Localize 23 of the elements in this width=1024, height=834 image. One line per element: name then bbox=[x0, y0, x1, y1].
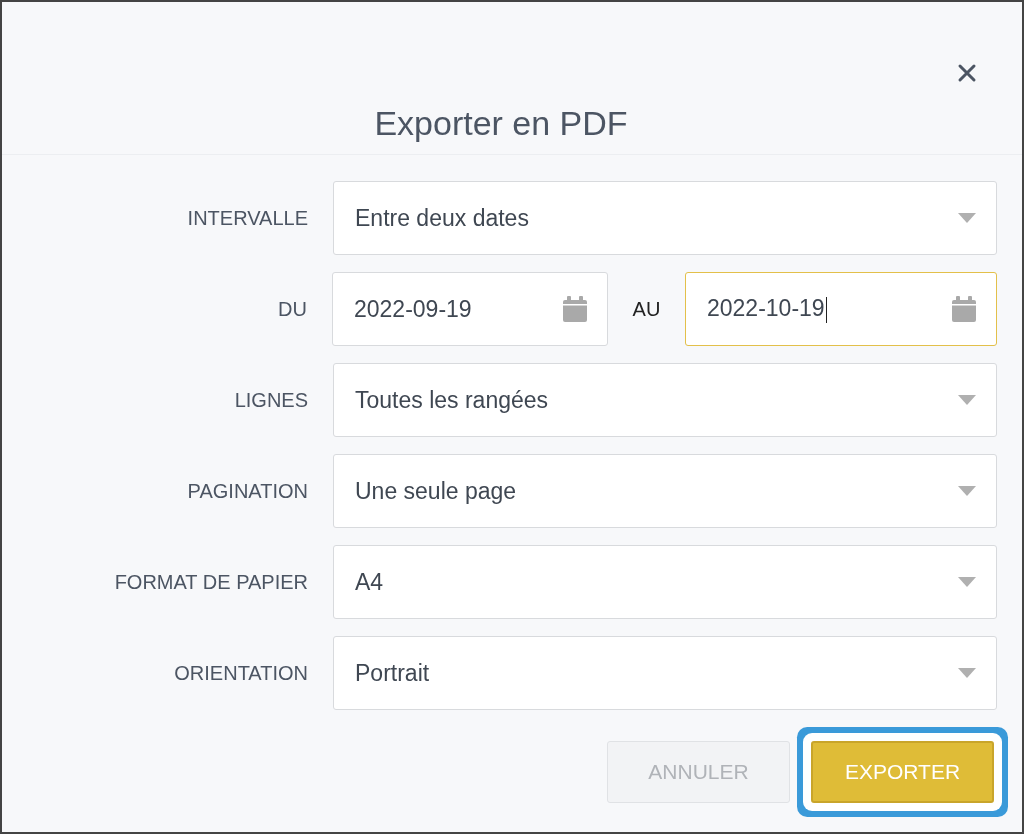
calendar-icon[interactable] bbox=[563, 296, 587, 322]
field-label: PAGINATION bbox=[186, 479, 309, 503]
date-field[interactable]: 2022-09-19 bbox=[332, 272, 608, 346]
dropdown-field[interactable]: Toutes les rangées bbox=[333, 363, 997, 437]
calendar-icon[interactable] bbox=[952, 296, 976, 322]
dropdown-field[interactable]: Entre deux dates bbox=[333, 181, 997, 255]
dropdown-field[interactable]: Portrait bbox=[333, 636, 997, 710]
dropdown-field[interactable]: A4 bbox=[333, 545, 997, 619]
field-label: LIGNES bbox=[233, 388, 309, 412]
field-label: ORIENTATION bbox=[173, 661, 309, 685]
dialog-title: Exporter en PDF bbox=[373, 104, 629, 143]
caret-icon bbox=[958, 486, 976, 496]
caret-icon bbox=[958, 213, 976, 223]
date-field[interactable]: 2022-10-19 bbox=[685, 272, 997, 346]
dropdown-field[interactable]: Une seule page bbox=[333, 454, 997, 528]
field-label: INTERVALLE bbox=[186, 206, 309, 230]
field-label: FORMAT DE PAPIER bbox=[113, 570, 309, 594]
field-label: DU bbox=[277, 297, 308, 321]
close-icon[interactable] bbox=[957, 63, 977, 83]
caret-icon bbox=[958, 395, 976, 405]
caret-icon bbox=[958, 668, 976, 678]
date-separator: AU bbox=[631, 297, 662, 321]
caret-icon bbox=[958, 577, 976, 587]
